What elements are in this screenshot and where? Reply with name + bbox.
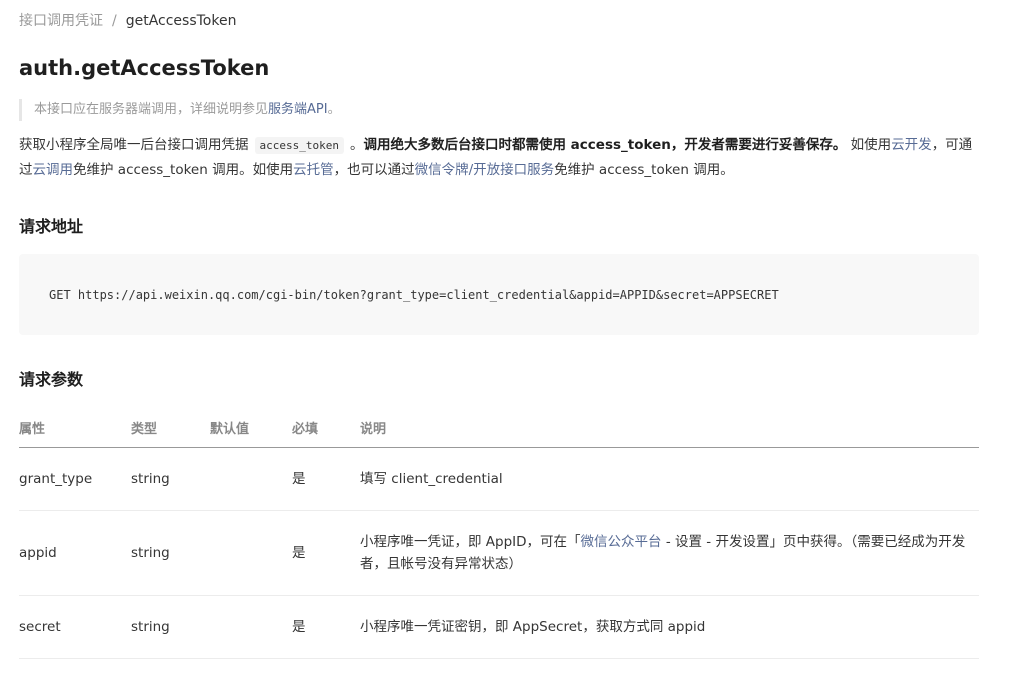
request-url-heading: 请求地址: [19, 217, 84, 236]
server-api-link[interactable]: 服务端API: [268, 102, 328, 117]
param-desc-text: 小程序唯一凭证，即 AppID，可在「: [360, 534, 581, 550]
wechat-mp-link[interactable]: 微信公众平台: [581, 534, 662, 550]
breadcrumb-link-credential[interactable]: 接口调用凭证: [19, 13, 103, 29]
params-table-header: 属性 类型 默认值 必填 说明: [19, 407, 979, 448]
intro-paragraph: 获取小程序全局唯一后台接口调用凭据 access_token 。调用绝大多数后台接口…: [19, 133, 979, 182]
breadcrumb: 接口调用凭证 / getAccessToken: [19, 0, 979, 31]
param-name: grant_type: [19, 447, 131, 511]
breadcrumb-separator: /: [112, 13, 117, 29]
intro-bold-text: 调用绝大多数后台接口时都需使用 access_token，开发者需要进行妥善保存…: [363, 137, 847, 153]
breadcrumb-current: getAccessToken: [125, 13, 237, 29]
note-text-end: 。: [327, 102, 341, 117]
param-default: [210, 510, 292, 596]
intro-text: 获取小程序全局唯一后台接口调用凭据: [19, 137, 249, 153]
param-desc: 小程序唯一凭证密钥，即 AppSecret，获取方式同 appid: [360, 595, 979, 659]
param-required: 是: [292, 510, 360, 596]
note-text: 本接口应在服务器端调用，详细说明参见: [34, 102, 269, 117]
param-type: string: [131, 595, 210, 659]
cloud-dev-link[interactable]: 云开发: [891, 137, 932, 153]
request-url-code-block: GET https://api.weixin.qq.com/cgi-bin/to…: [19, 254, 979, 335]
cloud-call-link[interactable]: 云调用: [33, 162, 74, 178]
intro-text: 免维护 access_token 调用。如使用: [73, 162, 294, 178]
table-row: secret string 是 小程序唯一凭证密钥，即 AppSecret，获取…: [19, 595, 979, 659]
param-required: 是: [292, 447, 360, 511]
intro-text: 。: [349, 137, 364, 153]
request-params-heading: 请求参数: [19, 370, 84, 389]
intro-text: ，也可以通过: [333, 162, 415, 178]
page-title: auth.getAccessToken: [19, 56, 270, 80]
param-desc: 小程序唯一凭证，即 AppID，可在「微信公众平台 - 设置 - 开发设置」页中…: [360, 510, 979, 596]
intro-text: 免维护 access_token 调用。: [554, 162, 734, 178]
column-header: 必填: [292, 407, 360, 448]
cloud-host-link[interactable]: 云托管: [293, 162, 334, 178]
table-row: appid string 是 小程序唯一凭证，即 AppID，可在「微信公众平台…: [19, 510, 979, 596]
param-default: [210, 447, 292, 511]
intro-text: 如使用: [846, 137, 892, 153]
column-header: 默认值: [210, 407, 292, 448]
param-type: string: [131, 510, 210, 596]
param-name: secret: [19, 595, 131, 659]
column-header: 属性: [19, 407, 131, 448]
doc-page: 接口调用凭证 / getAccessToken auth.getAccessToke…: [0, 0, 1020, 659]
param-name: appid: [19, 510, 131, 596]
param-required: 是: [292, 595, 360, 659]
table-row: grant_type string 是 填写 client_credential: [19, 447, 979, 511]
param-default: [210, 595, 292, 659]
column-header: 说明: [360, 407, 979, 448]
server-side-note: 本接口应在服务器端调用，详细说明参见服务端API。: [19, 99, 979, 121]
param-type: string: [131, 447, 210, 511]
token-service-link[interactable]: 微信令牌/开放接口服务: [415, 162, 555, 178]
param-desc: 填写 client_credential: [360, 447, 979, 511]
inline-code-access-token: access_token: [254, 137, 344, 154]
request-url-text: GET https://api.weixin.qq.com/cgi-bin/to…: [49, 287, 779, 302]
params-table: 属性 类型 默认值 必填 说明 grant_type string 是 填写 c…: [19, 407, 979, 659]
column-header: 类型: [131, 407, 210, 448]
